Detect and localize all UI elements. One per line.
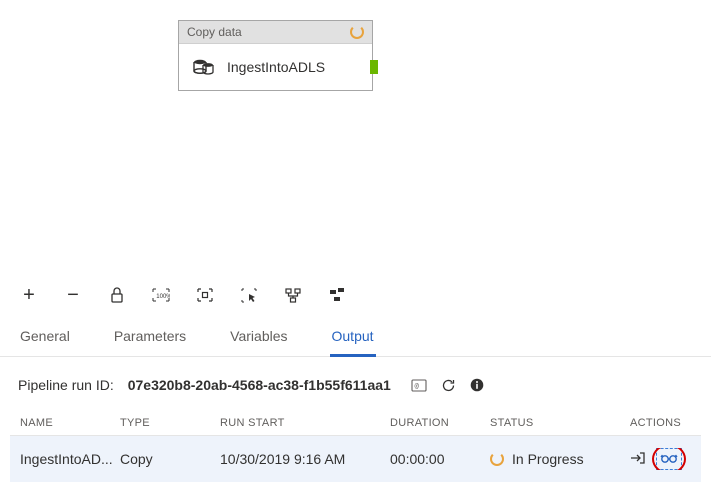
auto-align-button[interactable] bbox=[282, 284, 304, 306]
activity-header: Copy data bbox=[179, 21, 372, 44]
activity-type-label: Copy data bbox=[187, 25, 242, 39]
activity-runs-table: NAME TYPE RUN START DURATION STATUS ACTI… bbox=[10, 411, 701, 482]
database-copy-icon bbox=[193, 58, 215, 76]
tab-output[interactable]: Output bbox=[330, 322, 376, 357]
activity-name-label: IngestIntoADLS bbox=[227, 59, 325, 75]
cell-type: Copy bbox=[120, 451, 220, 467]
zoom-out-button[interactable] bbox=[62, 284, 84, 306]
activity-body: IngestIntoADLS bbox=[179, 44, 372, 90]
table-row[interactable]: IngestIntoAD... Copy 10/30/2019 9:16 AM … bbox=[10, 436, 701, 482]
col-duration: DURATION bbox=[390, 417, 490, 429]
cell-duration: 00:00:00 bbox=[390, 451, 490, 467]
col-run-start: RUN START bbox=[220, 417, 390, 429]
detail-tabs: General Parameters Variables Output bbox=[0, 316, 711, 357]
cell-status: In Progress bbox=[490, 451, 630, 467]
spinner-icon bbox=[350, 25, 364, 39]
fit-to-screen-button[interactable] bbox=[194, 284, 216, 306]
lock-button[interactable] bbox=[106, 284, 128, 306]
tab-variables[interactable]: Variables bbox=[228, 322, 289, 356]
col-name: NAME bbox=[20, 417, 120, 429]
tab-parameters[interactable]: Parameters bbox=[112, 322, 188, 356]
copy-run-id-button[interactable]: @ bbox=[411, 379, 427, 392]
activity-node-copy-data[interactable]: Copy data IngestIntoADLS bbox=[178, 20, 373, 91]
svg-text:100%: 100% bbox=[156, 294, 170, 300]
spinner-icon bbox=[490, 452, 504, 466]
cell-actions bbox=[630, 448, 710, 470]
col-actions: ACTIONS bbox=[630, 417, 710, 429]
output-port[interactable] bbox=[370, 60, 378, 74]
select-button[interactable] bbox=[238, 284, 260, 306]
status-text: In Progress bbox=[512, 451, 584, 467]
tab-general[interactable]: General bbox=[18, 322, 72, 356]
cell-name: IngestIntoAD... bbox=[20, 451, 120, 467]
svg-text:@: @ bbox=[414, 382, 419, 390]
refresh-button[interactable] bbox=[441, 378, 456, 393]
table-header-row: NAME TYPE RUN START DURATION STATUS ACTI… bbox=[10, 411, 701, 436]
cell-run-start: 10/30/2019 9:16 AM bbox=[220, 451, 390, 467]
canvas-toolbar: 100% bbox=[0, 275, 711, 316]
pipeline-canvas[interactable]: Copy data IngestIntoADLS bbox=[0, 0, 711, 275]
layout-button[interactable] bbox=[326, 284, 348, 306]
run-id-value: 07e320b8-20ab-4568-ac38-f1b55f611aa1 bbox=[128, 377, 391, 393]
zoom-100-button[interactable]: 100% bbox=[150, 284, 172, 306]
pipeline-run-bar: Pipeline run ID: 07e320b8-20ab-4568-ac38… bbox=[0, 357, 711, 411]
col-status: STATUS bbox=[490, 417, 630, 429]
run-id-label: Pipeline run ID: bbox=[18, 377, 114, 393]
input-action-button[interactable] bbox=[630, 451, 646, 468]
zoom-in-button[interactable] bbox=[18, 284, 40, 306]
info-icon[interactable] bbox=[470, 378, 484, 392]
details-action-button[interactable] bbox=[656, 448, 682, 470]
col-type: TYPE bbox=[120, 417, 220, 429]
